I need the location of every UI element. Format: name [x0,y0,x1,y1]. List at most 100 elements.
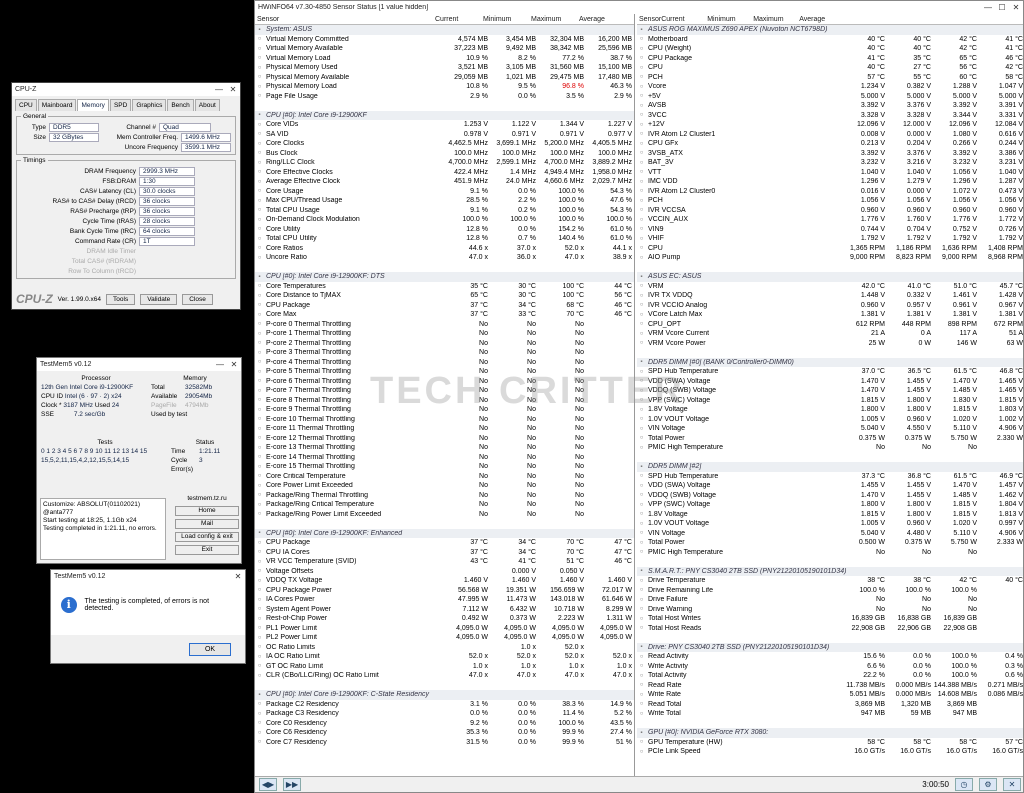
sensor-row[interactable]: ○ PMIC High Temperature No No No [637,548,1023,558]
sensor-group-header[interactable]: ▪ CPU [#0]: Intel Core i9-12900KF: DTS [255,272,634,282]
exit-button[interactable]: Exit [175,545,239,555]
sensor-row[interactable]: ○ PCH 57 °C 55 °C 60 °C 58 °C [637,73,1023,83]
sensor-row[interactable]: ○ IVR Atom L2 Cluster1 0.008 V 0.000 V 1.080… [637,130,1023,140]
header-sensor[interactable]: Sensor [255,16,435,23]
sensor-row[interactable] [637,453,1023,463]
home-button[interactable]: Home [175,506,239,516]
validate-button[interactable]: Validate [140,293,178,305]
sensor-row[interactable]: ○ IVR TX VDDQ 1.448 V 0.332 V 1.461 V 1.428 V [637,291,1023,301]
sensor-group-header[interactable]: ▪ Drive: PNY CS3040 2TB SSD (PNY212201051… [637,642,1023,652]
sensor-row[interactable]: ○ VDD (SWA) Voltage 1.455 V 1.455 V 1.470 V 1… [637,481,1023,491]
close-icon[interactable]: ✕ [226,85,240,94]
sensor-row[interactable]: ○ CLR (CBo/LLC/Ring) OC Ratio Limit 47.0 x… [255,671,634,681]
sensor-row[interactable]: ○ SA VID 0.978 V 0.971 V 0.971 V 0.977 V [255,130,634,140]
close-sensors-icon[interactable]: ✕ [1003,778,1021,791]
sensor-row[interactable]: ○ IMC VDD 1.296 V 1.279 V 1.296 V 1.287 V [637,177,1023,187]
mail-button[interactable]: Mail [175,519,239,529]
tab-bench[interactable]: Bench [167,99,194,111]
sensor-row[interactable]: ○ +12V 12.096 V 12.000 V 12.096 V 12.084 V [637,120,1023,130]
sensor-row[interactable]: ○ VDD (SWA) Voltage 1.470 V 1.455 V 1.470 V1… [637,377,1023,387]
close-icon[interactable]: ✕ [231,572,245,581]
sensor-row[interactable]: ○ VPP (SWC) Voltage 1.800 V 1.800 V 1.815 V 1… [637,500,1023,510]
sensor-row[interactable]: ○ VPP (SWC) Voltage 1.815 V 1.800 V 1.830 V1… [637,396,1023,406]
sensor-row[interactable]: ○ CPU_OPT 612 RPM 448 RPM 898 RPM 672 RPM [637,320,1023,330]
ok-button[interactable]: OK [189,642,231,656]
maximize-icon[interactable]: ☐ [995,3,1009,12]
sensor-group-header[interactable]: ▪ CPU [#0]: Intel Core i9-12900KF [255,110,634,120]
sensor-row[interactable]: ○ Motherboard 40 °C 40 °C 42 °C 41 °C [637,35,1023,45]
tab-about[interactable]: About [194,99,220,111]
sensor-row[interactable]: ○ AVSB 3.392 V 3.376 V 3.392 V 3.391 V [637,101,1023,111]
sensor-row[interactable]: ○ Total Power 0.375 W 0.375 W 5.750 W 2.330 W [637,434,1023,444]
sensor-row[interactable]: ○ VDDQ (SWB) Voltage 1.470 V 1.455 V 1.485 V… [637,386,1023,396]
sensor-row[interactable]: ○ Average Effective Clock 451.9 MHz 24.0 MH… [255,177,634,187]
sensor-row[interactable]: ○ VTT 1.040 V 1.040 V 1.056 V 1.040 V [637,168,1023,178]
sensor-row[interactable]: ○ VIN Voltage 5.040 V 4.550 V 5.110 V 4.906 V [637,424,1023,434]
sensor-row[interactable]: ○ Core Utility 12.8 % 0.0 % 154.2 % 61.0 % [255,225,634,235]
sensor-row[interactable]: ○ Total Power 0.500 W 0.375 W 5.750 W 2.333 W [637,538,1023,548]
sensor-row[interactable]: ○ Total Host Reads 22,908 GB 22,906 GB 22,90… [637,624,1023,634]
sensor-row[interactable]: ○ Total Activity 22.2 % 0.0 % 100.0 % 0.6 % [637,671,1023,681]
sensor-row[interactable]: ○ E-core 10 Thermal Throttling No No No [255,415,634,425]
sensor-row[interactable]: ○ Core Distance to TjMAX 65 °C 30 °C 100 °C 5… [255,291,634,301]
sensor-row[interactable]: ○ P-core 0 Thermal Throttling No No No [255,320,634,330]
sensor-row[interactable]: ○ Drive Failure No No No [637,595,1023,605]
sensor-row[interactable]: ○ Core VIDs 1.253 V 1.122 V 1.344 V 1.227 V [255,120,634,130]
sensor-row[interactable]: ○ PCIe Link Speed 16.0 GT/s 16.0 GT/s 16.0 G… [637,747,1023,757]
sensor-row[interactable]: ○ Total CPU Usage 9.1 % 0.2 % 100.0 % 54.3 % [255,206,634,216]
header-current[interactable]: Current [661,16,707,23]
sensor-row[interactable]: ○ Core Effective Clocks 422.4 MHz 1.4 MHz 4,… [255,168,634,178]
sensor-row[interactable]: ○ IA OC Ratio Limit 52.0 x 52.0 x 52.0 x 52.0… [255,652,634,662]
sensor-row[interactable]: ○ Package C3 Residency 0.0 % 0.0 % 11.4 % 5.2… [255,709,634,719]
sensor-row[interactable]: ○ PL1 Power Limit 4,095.0 W 4,095.0 W 4,095.… [255,624,634,634]
sensor-row[interactable]: ○ PL2 Power Limit 4,095.0 W 4,095.0 W 4,095.… [255,633,634,643]
sensor-row[interactable]: ○ Max CPU/Thread Usage 28.5 % 2.2 % 100.0 % 4… [255,196,634,206]
header-sensor[interactable]: Sensor [637,16,661,23]
sensor-row[interactable] [637,348,1023,358]
sensor-row[interactable]: ○ VIN9 0.744 V 0.704 V 0.752 V 0.726 V [637,225,1023,235]
sensor-row[interactable]: ○ Package C2 Residency 3.1 % 0.0 % 38.3 % 14.… [255,700,634,710]
sensor-row[interactable] [637,719,1023,729]
sensor-row[interactable]: ○ Drive Remaining Life 100.0 % 100.0 % 100.0… [637,586,1023,596]
sensor-row[interactable]: ○ Core Power Limit Exceeded No No No [255,481,634,491]
testmem-log[interactable]: Customize: ABSOLUT(01102021) @anta777 Sta… [40,498,166,560]
sensor-group-header[interactable]: ▪ ASUS ROG MAXIMUS Z690 APEX (Nuvoton NCT… [637,25,1023,35]
sensor-row[interactable]: ○ Drive Warning No No No [637,605,1023,615]
sensor-row[interactable]: ○ OC Ratio Limits 1.0 x 52.0 x [255,643,634,653]
header-minimum[interactable]: Minimum [707,16,753,23]
sensor-row[interactable]: ○ VCore Latch Max 1.381 V 1.381 V 1.381 V 1.3… [637,310,1023,320]
sensor-row[interactable]: ○ PCH 1.056 V 1.056 V 1.056 V 1.056 V [637,196,1023,206]
sensor-row[interactable]: ○ P-core 3 Thermal Throttling No No No [255,348,634,358]
sensor-row[interactable]: ○ Read Total 3,869 MB 1,320 MB 3,869 MB [637,700,1023,710]
sensor-row[interactable]: ○ 1.0V VOUT Voltage 1.005 V 0.960 V 1.020 V 1… [637,415,1023,425]
clock-icon[interactable]: ◷ [955,778,973,791]
sensor-row[interactable]: ○ Core Ratios 44.6 x 37.0 x 52.0 x 44.1 x [255,244,634,254]
sensor-row[interactable]: ○ +5V 5.000 V 5.000 V 5.000 V 5.000 V [637,92,1023,102]
sensor-row[interactable]: ○ P-core 1 Thermal Throttling No No No [255,329,634,339]
sensor-row[interactable]: ○ IA Cores Power 47.995 W 11.473 W 143.018 W… [255,595,634,605]
sensor-group-header[interactable]: ▪ System: ASUS [255,25,634,35]
close-button[interactable]: Close [182,293,213,305]
sensor-row[interactable]: ○ VRM 42.0 °C 41.0 °C 51.0 °C 45.7 °C [637,282,1023,292]
sensor-row[interactable]: ○ Core C0 Residency 9.2 % 0.0 % 100.0 % 43.5 … [255,719,634,729]
sensor-row[interactable]: ○ VHIF 1.792 V 1.792 V 1.792 V 1.792 V [637,234,1023,244]
sensor-row[interactable]: ○ Virtual Memory Committed 4,574 MB 3,454 M… [255,35,634,45]
sensor-row[interactable]: ○ 1.8V Voltage 1.800 V 1.800 V 1.815 V 1.803 … [637,405,1023,415]
sensor-row[interactable]: ○ Core C7 Residency 31.5 % 0.0 % 99.9 % 51 % [255,738,634,748]
sensor-row[interactable]: ○ VIN Voltage 5.040 V 4.480 V 5.110 V 4.906 V [637,529,1023,539]
sensor-row[interactable] [255,681,634,691]
settings-icon[interactable]: ⚙ [979,778,997,791]
sensor-group-header[interactable]: ▪ GPU [#0]: NVIDIA GeForce RTX 3080: [637,728,1023,738]
tab-cpu[interactable]: CPU [15,99,37,111]
sensor-row[interactable]: ○ VCCIN_AUX 1.776 V 1.760 V 1.776 V 1.772 V [637,215,1023,225]
sensor-row[interactable]: ○ IVR VCCIO Analog 0.960 V 0.957 V 0.961 V 0.… [637,301,1023,311]
minimize-icon[interactable]: — [981,3,995,12]
sensor-row[interactable] [255,263,634,273]
sensor-row[interactable]: ○ Core Usage 9.1 % 0.0 % 100.0 % 54.3 % [255,187,634,197]
load-config-button[interactable]: Load config & exit [175,532,239,542]
sensor-row[interactable]: ○ Write Rate 5.051 MB/s 0.000 MB/s 14.608 MB… [637,690,1023,700]
prev-arrows-icon[interactable]: ◀▶ [259,778,277,791]
sensor-row[interactable] [637,557,1023,567]
sensor-row[interactable]: ○ P-core 2 Thermal Throttling No No No [255,339,634,349]
sensor-group-header[interactable]: ▪ S.M.A.R.T.: PNY CS3040 2TB SSD (PNY2122… [637,566,1023,576]
